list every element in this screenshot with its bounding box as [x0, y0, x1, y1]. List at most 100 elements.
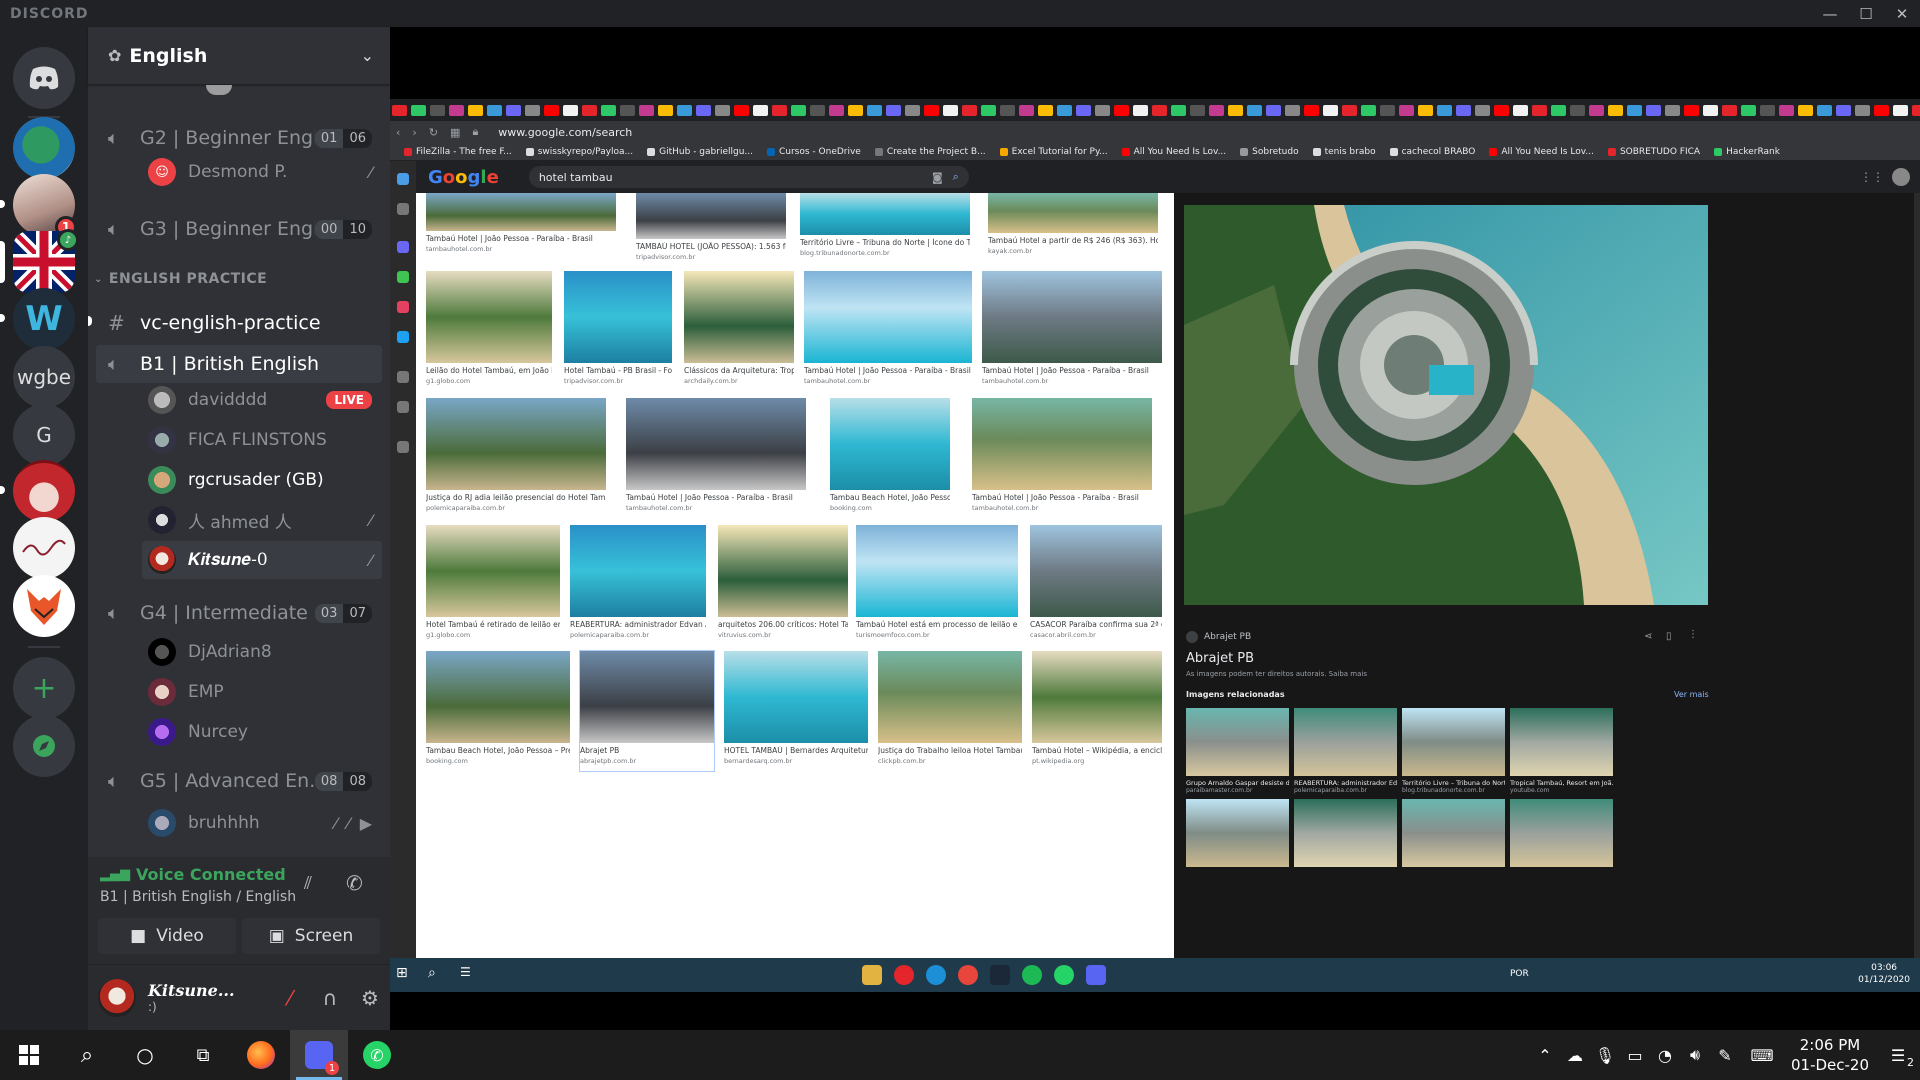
cortana-button[interactable]: ○: [116, 1030, 174, 1080]
headphones-icon[interactable]: ∩: [310, 986, 350, 1010]
steam-icon: [990, 965, 1010, 985]
clock[interactable]: 2:06 PM 01-Dec-20: [1784, 1035, 1876, 1075]
browser-tab-icon: [1000, 104, 1015, 116]
browser-tab-icon: [1855, 104, 1870, 116]
result-caption: REABERTURA: administrador Edvan Araújo n…: [570, 620, 706, 629]
voice-channel-b1[interactable]: 🔈︎ B1 | British English: [96, 345, 382, 383]
screen-share-button[interactable]: ▣ Screen: [242, 918, 380, 954]
whatsapp-taskbar-button[interactable]: ✆: [348, 1030, 406, 1080]
voice-user-self[interactable]: 𝑲𝒊𝒕𝒔𝒖𝒏𝒆-0 ⁄: [142, 541, 382, 579]
related-image: [1294, 799, 1397, 867]
close-window-button[interactable]: ✕: [1884, 0, 1920, 27]
server-fox[interactable]: [13, 575, 75, 637]
guild-header[interactable]: ✿ English ⌄: [88, 27, 390, 85]
search-button[interactable]: ⌕: [58, 1030, 116, 1080]
voice-user[interactable]: rgcrusader (GB): [142, 461, 382, 499]
disconnect-icon[interactable]: ✆: [346, 871, 363, 895]
keyboard-icon[interactable]: ⌨: [1740, 1046, 1784, 1065]
image-preview-panel: Abrajet PB ⋖ ▯ ⋮ Abrajet PB As imagens p…: [1174, 193, 1920, 958]
browser-tab-icon: [639, 104, 654, 116]
result-caption: Tambaú Hotel | João Pessoa - Paraíba - B…: [804, 366, 971, 375]
browser-tab-icon: [1475, 104, 1490, 116]
chevron-up-icon[interactable]: ⌃: [1530, 1046, 1560, 1065]
voice-user[interactable]: Nurcey: [142, 713, 382, 751]
speaker-icon: 🔈︎: [108, 218, 119, 240]
category-english-practice[interactable]: ⌄ ENGLISH PRACTICE: [94, 271, 267, 287]
voice-channel-g2[interactable]: 🔈︎ G2 | Beginner Engl... 0106: [96, 119, 382, 157]
voice-user[interactable]: ☺ Desmond P. ⁄: [142, 153, 382, 191]
result-thumbnail: [856, 525, 1018, 617]
server-earth[interactable]: [13, 117, 75, 179]
voice-user[interactable]: EMP: [142, 673, 382, 711]
bookmark-label: tenis brabo: [1324, 146, 1376, 157]
server-english[interactable]: ♪: [0, 229, 79, 293]
microphone-icon[interactable]: 🎙︎: [1590, 1046, 1620, 1065]
server-signature[interactable]: [13, 517, 75, 579]
whatsapp-icon: [1054, 965, 1074, 985]
browser-tab-icon: [1038, 104, 1053, 116]
result-thumbnail: [426, 271, 552, 363]
user-status: :): [148, 1000, 157, 1014]
browser-tab-icon: [658, 104, 673, 116]
voice-user[interactable]: DjAdrian8: [142, 633, 382, 671]
browser-tab-icon: [1912, 104, 1920, 116]
voice-user[interactable]: bruhhhh ⁄ ⁄ ▶: [142, 804, 382, 842]
result-caption: Tambaú Hotel | João Pessoa - Paraíba - B…: [626, 493, 793, 502]
pen-icon[interactable]: ✎: [1710, 1046, 1740, 1065]
browser-tab-icon: [1209, 104, 1224, 116]
result-caption: Hotel Tambaú - PB Brasil - Foto de ...: [564, 366, 672, 375]
screen-stream-view[interactable]: ‹ › ↻ ▦ 🔒︎ www.google.com/search FileZil…: [390, 27, 1920, 1030]
start-button[interactable]: [0, 1030, 58, 1080]
voice-channel-g5[interactable]: 🔈︎ G5 | Advanced En... 08 08: [96, 762, 382, 800]
notifications-icon[interactable]: ☰ 2: [1876, 1046, 1920, 1069]
avatar[interactable]: [98, 978, 136, 1017]
volume-icon[interactable]: 🔊︎: [1680, 1045, 1710, 1065]
image-result: Hotel Tambaú é retirado de leilão em Joã…: [426, 525, 560, 645]
cloud-icon[interactable]: ☁: [1560, 1046, 1590, 1065]
browser-tab-icon: [1095, 104, 1110, 116]
server-red-anime[interactable]: [0, 460, 75, 522]
browser-tab-icon: [1589, 104, 1604, 116]
gear-icon[interactable]: ⚙: [350, 986, 390, 1010]
wifi-icon[interactable]: ◔: [1650, 1046, 1680, 1065]
category-name: ENGLISH PRACTICE: [108, 271, 268, 287]
username: FICA FLINSTONS: [188, 430, 327, 450]
add-server-button[interactable]: +: [13, 657, 75, 719]
task-view-button[interactable]: ⧉: [174, 1030, 232, 1080]
browser-tab-icon: [544, 104, 559, 116]
bookmark-item: tenis brabo: [1312, 146, 1376, 157]
server-w[interactable]: W: [0, 288, 75, 350]
related-thumbnail: [1294, 708, 1397, 776]
bookmark-icon: [647, 147, 656, 156]
noise-suppression-icon[interactable]: ⫽: [304, 873, 312, 894]
voice-channel-g4[interactable]: 🔈︎ G4 | Intermediate ... 03 07: [96, 594, 382, 632]
result-source: tambauhotel.com.br: [972, 504, 1039, 512]
mic-muted-icon[interactable]: ⁄: [270, 986, 310, 1010]
video-button[interactable]: ■ Video: [98, 918, 236, 954]
voice-user[interactable]: 人 ahmed 人 ⁄: [142, 501, 382, 539]
voice-channel-g3[interactable]: 🔈︎ G3 | Beginner Engl... 0010: [96, 210, 382, 248]
maximize-button[interactable]: ☐: [1848, 0, 1884, 27]
user-limit: 00 10: [314, 219, 372, 239]
browser-tab-icon: [411, 104, 426, 116]
explore-servers-button[interactable]: [13, 715, 75, 777]
server-g[interactable]: G: [13, 404, 75, 466]
server-anime-avatar[interactable]: 1: [0, 174, 77, 238]
browser-tab-icon: [924, 104, 939, 116]
server-wgbe[interactable]: wgbe: [13, 346, 75, 408]
battery-icon[interactable]: ▭: [1620, 1046, 1650, 1065]
bookmark-icon: [525, 147, 534, 156]
live-badge[interactable]: LIVE: [326, 391, 372, 409]
browser-tab-icon: [1304, 104, 1319, 116]
firefox-taskbar-button[interactable]: [232, 1030, 290, 1080]
voice-channel-path[interactable]: B1 | British English / English: [100, 889, 296, 905]
image-result: Justiça do Trabalho leiloa Hotel Tambaú …: [878, 651, 1022, 771]
bookmark-icon: [1240, 147, 1249, 156]
voice-user[interactable]: FICA FLINSTONS: [142, 421, 382, 459]
minimize-button[interactable]: —: [1812, 0, 1848, 27]
voice-status[interactable]: ▂▄▆ Voice Connected: [100, 865, 286, 884]
text-channel-vc-english-practice[interactable]: # vc-english-practice: [96, 304, 382, 342]
voice-user[interactable]: davidddd LIVE: [142, 381, 382, 419]
discord-taskbar-button[interactable]: 1: [290, 1030, 348, 1080]
home-button[interactable]: [13, 47, 75, 109]
